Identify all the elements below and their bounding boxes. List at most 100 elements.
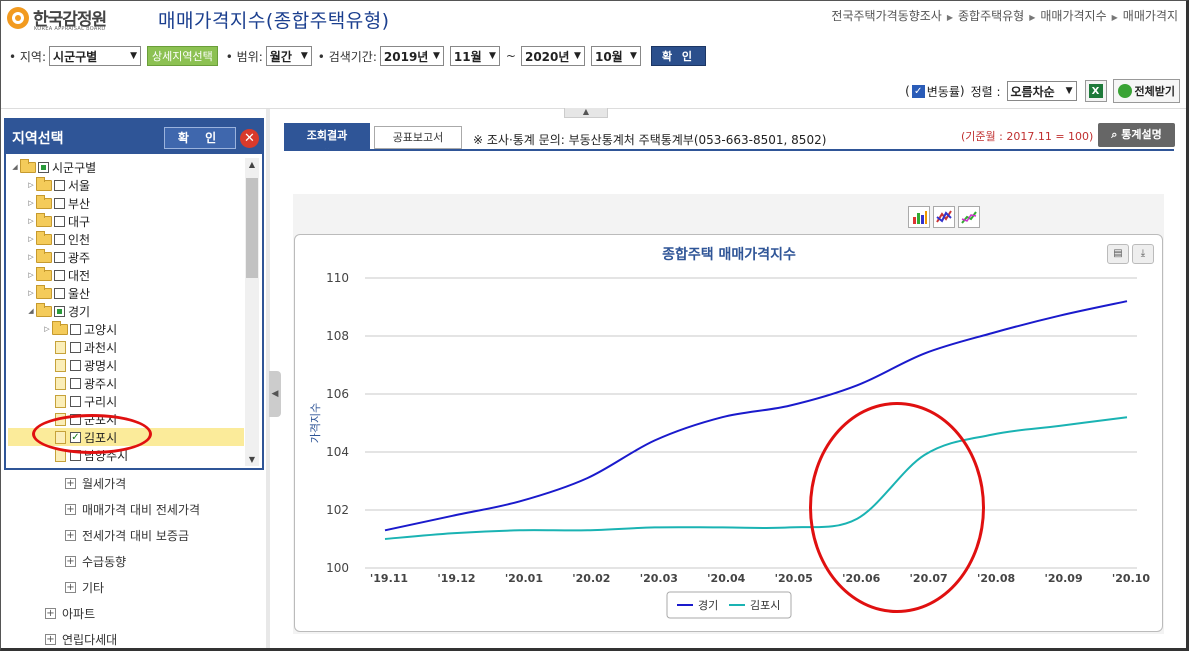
- download-all-button[interactable]: 전체받기: [1112, 79, 1180, 103]
- scope-select-value: 월간: [269, 49, 292, 64]
- logo[interactable]: 한국감정원 KOREA APPRAISAL BOARD: [7, 5, 137, 35]
- end-month-select[interactable]: 10월 ▼: [590, 46, 641, 66]
- chart-tools: ▤ ⤓: [1104, 244, 1154, 264]
- start-year-select[interactable]: 2019년 ▼: [379, 46, 444, 66]
- rate-checkbox[interactable]: ✓: [911, 84, 925, 98]
- tree-scrollbar[interactable]: ▲ ▼: [245, 158, 259, 466]
- stat-description-button[interactable]: ⌕ 통계설명: [1098, 123, 1175, 147]
- collapsed-arrow-icon[interactable]: ▷: [42, 325, 52, 333]
- tree-item[interactable]: 광주시: [8, 374, 244, 392]
- collapsed-arrow-icon[interactable]: ▷: [26, 199, 36, 207]
- end-year-select[interactable]: 2020년 ▼: [520, 46, 585, 66]
- tree-item[interactable]: ▷ 고양시: [8, 320, 244, 338]
- region-select[interactable]: 시군구별 ▼: [49, 46, 142, 66]
- x-tick-label: '20.02: [572, 572, 610, 585]
- scroll-down-icon[interactable]: ▼: [245, 455, 259, 464]
- series-line-1: [384, 416, 1128, 540]
- breadcrumb-item[interactable]: 전국주택가격동향조사: [831, 9, 941, 23]
- menu-item[interactable]: + 기타: [65, 577, 104, 597]
- tree-checkbox[interactable]: [54, 197, 65, 209]
- tab-report[interactable]: 공표보고서: [374, 126, 462, 149]
- tree-item[interactable]: ▷ 광주: [8, 248, 244, 266]
- close-icon[interactable]: ✕: [240, 129, 259, 148]
- tree-checkbox[interactable]: [54, 269, 65, 281]
- tree-item[interactable]: 광명시: [8, 356, 244, 374]
- tree-item[interactable]: ▷ 부산: [8, 194, 244, 212]
- download-icon[interactable]: ⤓: [1132, 244, 1154, 264]
- tree-checkbox[interactable]: [54, 251, 65, 263]
- expand-plus-icon[interactable]: +: [65, 555, 76, 567]
- print-icon[interactable]: ▤: [1107, 244, 1129, 264]
- expand-plus-icon[interactable]: +: [45, 633, 56, 645]
- breadcrumb-arrow-icon: ▶: [1029, 13, 1036, 22]
- expanded-arrow-icon[interactable]: ◢: [26, 307, 36, 315]
- breadcrumb-item[interactable]: 매매가격지: [1123, 9, 1178, 23]
- expand-plus-icon[interactable]: +: [45, 607, 56, 619]
- collapsed-arrow-icon[interactable]: ▷: [26, 181, 36, 189]
- expand-plus-icon[interactable]: +: [65, 581, 76, 593]
- tree-item-label: 인천: [68, 232, 91, 247]
- menu-item[interactable]: + 전세가격 대비 보증금: [65, 525, 189, 545]
- annotation-circle: [809, 402, 985, 613]
- collapsed-arrow-icon[interactable]: ▷: [26, 217, 36, 225]
- tree-item[interactable]: ◢ 경기: [8, 302, 244, 320]
- area-chart-icon[interactable]: [958, 206, 980, 228]
- tree-checkbox[interactable]: [54, 233, 65, 245]
- tree-item[interactable]: ◢ 시군구별: [8, 158, 244, 176]
- collapsed-arrow-icon[interactable]: ▷: [26, 289, 36, 297]
- breadcrumb-item[interactable]: 매매가격지수: [1040, 9, 1106, 23]
- folder-icon: [36, 266, 52, 281]
- tree-item[interactable]: ▷ 대전: [8, 266, 244, 284]
- x-tick-label: '20.10: [1112, 572, 1151, 585]
- scroll-up-icon[interactable]: ▲: [245, 160, 259, 169]
- collapse-header-toggle[interactable]: ▲: [564, 108, 608, 118]
- tree-checkbox[interactable]: [54, 179, 65, 191]
- expand-plus-icon[interactable]: +: [65, 477, 76, 489]
- menu-item[interactable]: + 연립다세대: [45, 629, 117, 648]
- scroll-thumb[interactable]: [246, 178, 258, 278]
- tree-checkbox[interactable]: [70, 323, 81, 335]
- tree-checkbox[interactable]: [38, 161, 49, 173]
- start-month-select[interactable]: 11월 ▼: [449, 46, 500, 66]
- sort-select[interactable]: 오름차순 ▼: [1006, 81, 1077, 101]
- tree-item[interactable]: 과천시: [8, 338, 244, 356]
- tree-checkbox[interactable]: [70, 341, 81, 353]
- x-tick-label: '20.09: [1044, 572, 1082, 585]
- end-month-value: 10월: [594, 49, 623, 64]
- region-confirm-button[interactable]: 확 인: [164, 127, 236, 149]
- excel-export-button[interactable]: X: [1084, 80, 1107, 102]
- scope-select[interactable]: 월간 ▼: [265, 46, 312, 66]
- menu-item[interactable]: + 월세가격: [65, 473, 126, 493]
- collapse-left-icon[interactable]: ◀: [269, 371, 281, 417]
- tree-checkbox[interactable]: [70, 359, 81, 371]
- tree-item[interactable]: ▷ 울산: [8, 284, 244, 302]
- menu-item[interactable]: + 아파트: [45, 603, 95, 623]
- menu-item[interactable]: + 수급동향: [65, 551, 126, 571]
- stat-description-label: 통계설명: [1121, 128, 1162, 141]
- tree-checkbox[interactable]: [54, 287, 65, 299]
- tree-item[interactable]: ▷ 서울: [8, 176, 244, 194]
- search-confirm-button[interactable]: 확 인: [650, 46, 707, 66]
- tree-item[interactable]: ▷ 대구: [8, 212, 244, 230]
- tree-item[interactable]: ▷ 인천: [8, 230, 244, 248]
- line-chart-icon[interactable]: [933, 206, 955, 228]
- tree-checkbox[interactable]: [54, 305, 65, 317]
- collapsed-arrow-icon[interactable]: ▷: [26, 271, 36, 279]
- tree-checkbox[interactable]: [54, 215, 65, 227]
- collapsed-arrow-icon[interactable]: ▷: [26, 235, 36, 243]
- expanded-arrow-icon[interactable]: ◢: [10, 163, 20, 171]
- expand-plus-icon[interactable]: +: [65, 529, 76, 541]
- tree-checkbox[interactable]: [70, 395, 81, 407]
- tree-item[interactable]: 구리시: [8, 392, 244, 410]
- document-icon: [55, 340, 66, 354]
- detail-region-button[interactable]: 상세지역선택: [147, 46, 218, 66]
- bar-chart-icon[interactable]: [908, 206, 930, 228]
- y-tick-label: 104: [326, 445, 349, 459]
- tab-result[interactable]: 조회결과 ⌄: [284, 123, 370, 153]
- tree-checkbox[interactable]: [70, 377, 81, 389]
- menu-item[interactable]: + 매매가격 대비 전세가격: [65, 499, 200, 519]
- breadcrumb-item[interactable]: 종합주택유형: [958, 9, 1024, 23]
- collapsed-arrow-icon[interactable]: ▷: [26, 253, 36, 261]
- tree-item-label: 대전: [68, 268, 91, 283]
- expand-plus-icon[interactable]: +: [65, 503, 76, 515]
